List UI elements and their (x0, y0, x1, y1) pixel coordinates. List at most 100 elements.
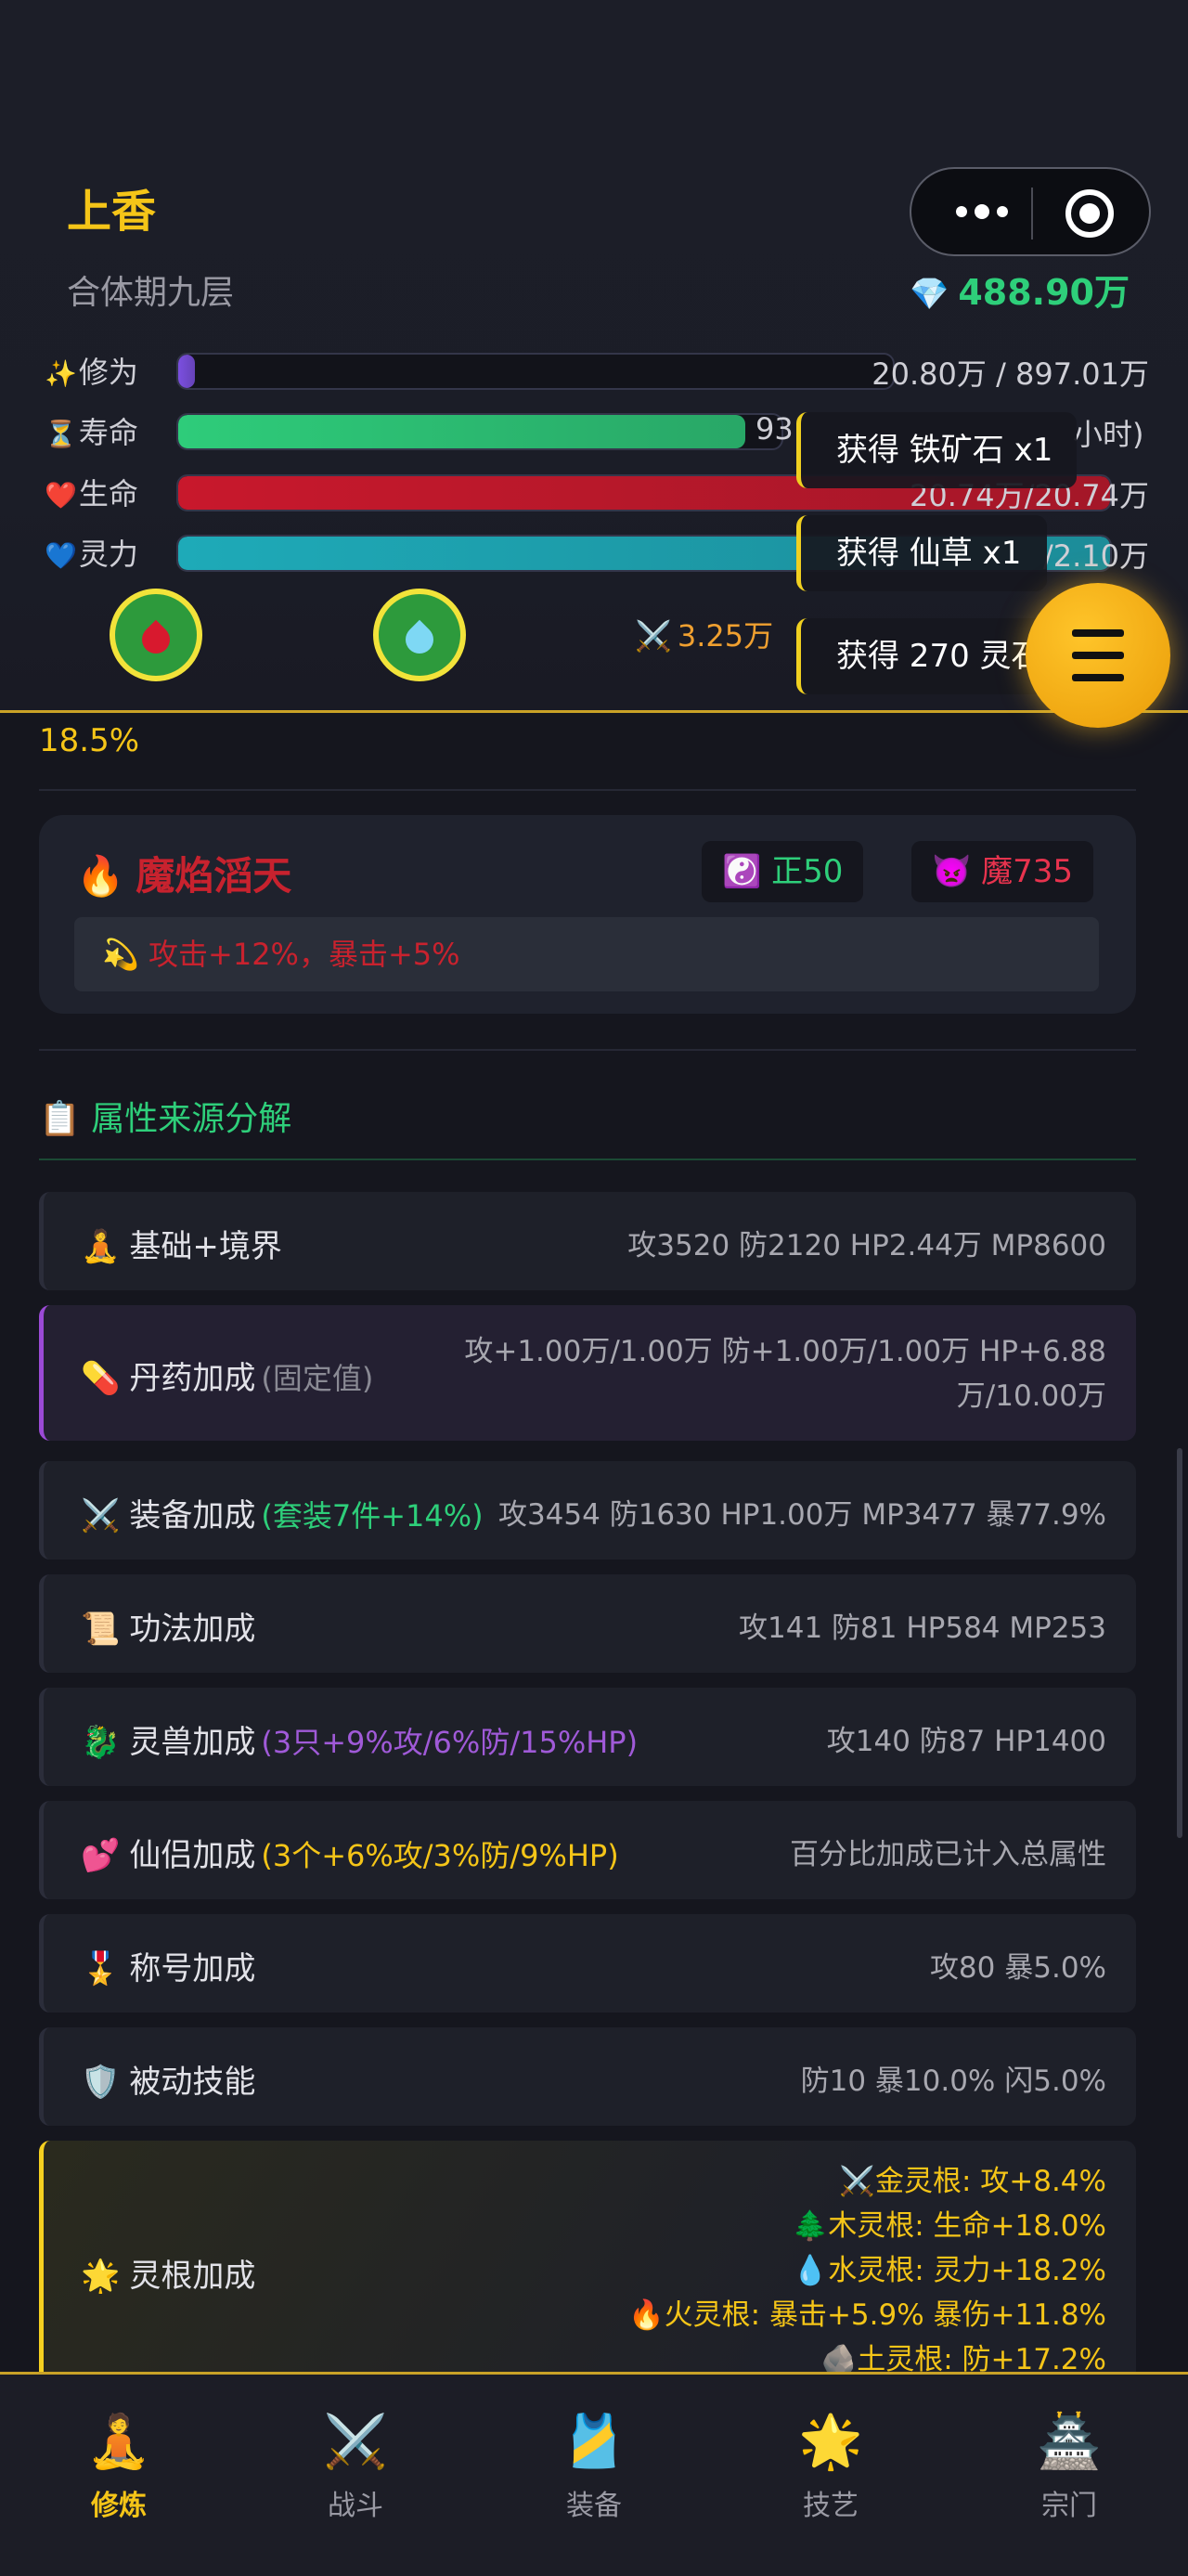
path-bonus: 💫 攻击+12%，暴击+5% (74, 917, 1099, 991)
tab-equipment[interactable]: 🎽 装备 (520, 2412, 668, 2523)
attribute-note: (3个+6%攻/3%防/9%HP) (261, 1838, 619, 1873)
spirit-stone-value: 488.90万 (958, 272, 1130, 313)
attribute-source-row: 🎖️ 称号加成 攻80 暴5.0% (39, 1914, 1136, 2013)
stat-label: ✨修为 (45, 349, 138, 392)
attribute-name-text: 灵根加成 (129, 2258, 256, 2295)
attribute-source-name: 💊 丹药加成 (固定值) (81, 1353, 373, 1398)
attribute-source-row: 📜 功法加成 攻141 防81 HP584 MP253 (39, 1574, 1136, 1673)
tab-icon: 🎽 (562, 2412, 626, 2472)
attribute-source-name: ⚔️ 装备加成 (套装7件+14%) (81, 1490, 484, 1535)
menu-icon (1072, 674, 1124, 681)
mini-program-capsule (910, 167, 1151, 256)
stat-label: 💙灵力 (45, 531, 138, 574)
combat-power: ⚔️ 3.25万 (635, 613, 773, 655)
mp-potion-button[interactable] (373, 589, 466, 681)
attribute-icon: 🎖️ (81, 1950, 121, 1987)
tab-label: 技艺 (803, 2490, 859, 2522)
tab-label: 修炼 (91, 2490, 147, 2522)
status-header: 上香 合体期九层 💎 488.90万 ✨修为 20.80万 / 897.01万 ⏳寿命… (0, 0, 1188, 713)
bottom-tab-bar: 🧘 修炼 ⚔️ 战斗 🎽 装备 🌟 技艺 🏯 宗门 (0, 2372, 1188, 2576)
tab-cultivate[interactable]: 🧘 修炼 (45, 2412, 193, 2523)
attribute-name-text: 灵兽加成 (129, 1724, 256, 1761)
attribute-name-text: 装备加成 (129, 1497, 256, 1534)
menu-button[interactable] (1026, 583, 1170, 728)
stat-bar (176, 413, 783, 450)
attribute-note: (固定值) (261, 1361, 374, 1396)
lifespan-unit: 小时) (1073, 417, 1144, 452)
close-target-icon[interactable] (1065, 189, 1114, 238)
attribute-source-row: 🧘 基础+境界 攻3520 防2120 HP2.44万 MP8600 (39, 1192, 1136, 1290)
divider (39, 789, 1136, 791)
tab-skills[interactable]: 🌟 技艺 (756, 2412, 905, 2523)
path-bonus-text: 攻击+12%，暴击+5% (148, 937, 460, 972)
spirit-root-item: 🔥火灵根: 暴击+5.9% 暴伤+11.8% (628, 2298, 1106, 2332)
tab-battle[interactable]: ⚔️ 战斗 (281, 2412, 430, 2523)
attribute-source-row: 💊 丹药加成 (固定值) 攻+1.00万/1.00万 防+1.00万/1.00万 HP… (39, 1305, 1136, 1441)
attribute-source-name: 🛡️ 被动技能 (81, 2056, 255, 2102)
attribute-source-value: 攻3520 防2120 HP2.44万 MP8600 (627, 1229, 1106, 1262)
attribute-icon: 🐉 (81, 1724, 121, 1761)
stat-value: 93 小时) (755, 411, 1144, 452)
attribute-source-name: 💕 仙侣加成 (3个+6%攻/3%防/9%HP) (81, 1830, 619, 1875)
attribute-icon: 💊 (81, 1360, 121, 1397)
stat-label: ⏳寿命 (45, 409, 138, 452)
hp-potion-button[interactable] (110, 589, 202, 681)
stat-label-text: 灵力 (78, 537, 138, 572)
tab-label: 宗门 (1041, 2490, 1097, 2522)
spirit-root-item: 💧水灵根: 灵力+18.2% (792, 2254, 1106, 2287)
stat-value: 20.80万 / 897.01万 (872, 356, 1149, 392)
stat-label-text: 生命 (78, 476, 138, 511)
attribute-note: (套装7件+14%) (261, 1498, 484, 1534)
tab-icon: 🧘 (86, 2412, 151, 2472)
attribute-source-name: 🐉 灵兽加成 (3只+9%攻/6%防/15%HP) (81, 1716, 638, 1762)
stat-icon: ❤️ (45, 480, 77, 511)
stat-label-text: 寿命 (78, 415, 138, 450)
attribute-source-row: ⚔️ 装备加成 (套装7件+14%) 攻3454 防1630 HP1.00万 MP34… (39, 1461, 1136, 1560)
stat-value: /2.10万 (1042, 538, 1149, 574)
tab-icon: 🌟 (798, 2412, 863, 2472)
stat-icon: ✨ (45, 358, 77, 389)
loot-toast-text: 获得 仙草 x1 (836, 535, 1022, 572)
menu-icon (1072, 652, 1124, 659)
tab-label: 战斗 (328, 2490, 383, 2522)
divider (39, 1049, 1136, 1051)
attribute-icon: 🧘 (81, 1228, 121, 1265)
stat-label-text: 修为 (78, 355, 138, 390)
section-underline (39, 1159, 1136, 1160)
attribute-source-name: 🎖️ 称号加成 (81, 1943, 255, 1988)
stat-label: ❤️生命 (45, 471, 138, 513)
attribute-source-row: 💕 仙侣加成 (3个+6%攻/3%防/9%HP) 百分比加成已计入总属性 (39, 1801, 1136, 1899)
loot-toast: 获得 铁矿石 x1 (796, 412, 1077, 488)
tab-sect[interactable]: 🏯 宗门 (995, 2412, 1143, 2523)
righteous-chip: ☯️ 正50 (702, 841, 864, 902)
attribute-source-row: 🛡️ 被动技能 防10 暴10.0% 闪5.0% (39, 2027, 1136, 2126)
character-name: 上香 (67, 186, 157, 238)
attribute-name-text: 仙侣加成 (129, 1837, 256, 1874)
menu-icon (1072, 629, 1124, 637)
path-name: 魔焰滔天 (136, 853, 292, 899)
blood-drop-icon (136, 619, 176, 660)
demonic-chip: 👿 魔735 (911, 841, 1094, 902)
attribute-name-text: 功法加成 (129, 1611, 256, 1648)
attribute-name-text: 被动技能 (129, 2064, 256, 2101)
attribute-icon: ⚔️ (81, 1497, 121, 1534)
tab-icon: 🏯 (1037, 2412, 1102, 2472)
section-title: 📋 属性来源分解 (39, 1092, 291, 1140)
fire-icon: 🔥 (76, 853, 125, 899)
spirit-root-list: ⚔️金灵根: 攻+8.4% 🌲木灵根: 生命+18.0% 💧水灵根: 灵力+18.2… (628, 2159, 1106, 2382)
attribute-source-value: 攻140 防87 HP1400 (826, 1725, 1106, 1758)
devil-icon: 👿 (932, 853, 972, 890)
more-icon[interactable] (945, 193, 1019, 230)
yin-yang-icon: ☯️ (722, 853, 762, 890)
loot-toast: 获得 仙草 x1 (796, 515, 1047, 591)
section-title-text: 属性来源分解 (91, 1100, 292, 1138)
stat-bar (176, 353, 895, 390)
stat-bar-fill (178, 355, 195, 388)
path-card: 🔥 魔焰滔天 ☯️ 正50 👿 魔735 💫 攻击+12%，暴击+5% (39, 815, 1136, 1014)
stat-row: ✨修为 20.80万 / 897.01万 (45, 345, 1158, 394)
loot-toast-text: 获得 270 灵石 (836, 638, 1043, 675)
combat-power-value: 3.25万 (677, 618, 774, 654)
character-realm: 合体期九层 (67, 274, 235, 312)
attribute-icon: 🛡️ (81, 2064, 121, 2101)
scrollbar[interactable] (1177, 1448, 1182, 1838)
